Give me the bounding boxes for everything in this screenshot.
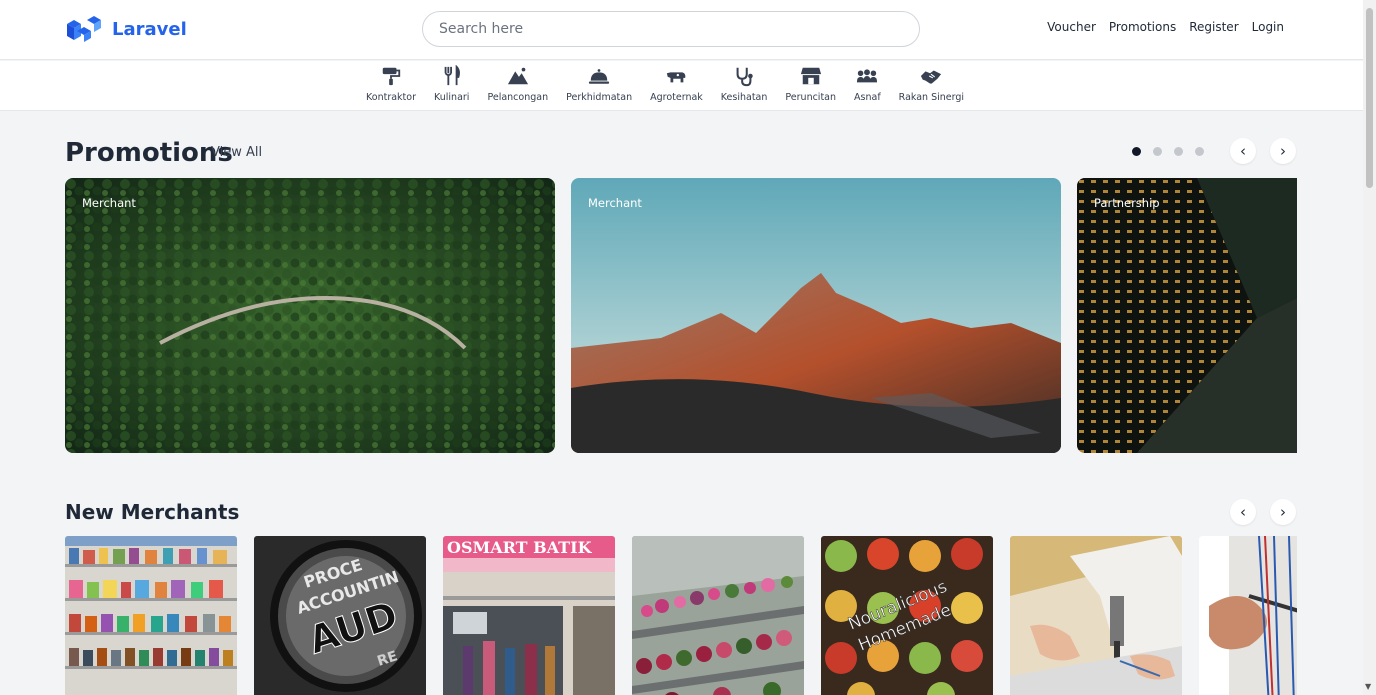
paint-roller-icon bbox=[382, 67, 401, 86]
grocery-shelves-image bbox=[65, 536, 237, 695]
merchant-card[interactable]: PROCE ACCOUNTIN AUD RE bbox=[254, 536, 426, 695]
shop-sign-text: OSMART BATIK bbox=[447, 538, 593, 557]
page-scrollbar[interactable]: ▼ bbox=[1363, 0, 1376, 695]
audit-magnifier-image: PROCE ACCOUNTIN AUD RE bbox=[254, 536, 426, 695]
merchants-carousel: PROCE ACCOUNTIN AUD RE OSMART BATIK Nour… bbox=[65, 536, 1297, 695]
promotions-next-button[interactable]: › bbox=[1270, 138, 1296, 164]
search-input[interactable] bbox=[422, 11, 920, 47]
brand-link[interactable]: Laravel bbox=[65, 14, 187, 44]
category-label: Kulinari bbox=[434, 92, 470, 103]
merchants-prev-button[interactable]: ‹ bbox=[1230, 499, 1256, 525]
utensils-icon bbox=[444, 65, 460, 86]
laravel-logo-icon bbox=[67, 16, 101, 42]
merchant-card[interactable]: OSMART BATIK bbox=[443, 536, 615, 695]
merchant-card[interactable] bbox=[65, 536, 237, 695]
chevron-left-icon: ‹ bbox=[1240, 503, 1246, 521]
brand-name: Laravel bbox=[112, 18, 187, 40]
nav-login-link[interactable]: Login bbox=[1252, 20, 1284, 34]
promotions-carousel: Merchant Merchant Partnership bbox=[65, 178, 1297, 453]
service-bell-icon bbox=[589, 69, 610, 84]
carousel-dot[interactable] bbox=[1174, 147, 1183, 156]
category-label: Kontraktor bbox=[366, 92, 416, 103]
mountain-sunset-image bbox=[571, 178, 1061, 453]
category-label: Pelancongan bbox=[487, 92, 549, 103]
category-perkhidmatan[interactable]: Perkhidmatan bbox=[557, 65, 641, 103]
stethoscope-icon bbox=[736, 67, 753, 87]
category-label: Perkhidmatan bbox=[566, 92, 633, 103]
top-navbar: Laravel Voucher Promotions Register Logi… bbox=[0, 0, 1363, 60]
category-label: Peruncitan bbox=[785, 92, 837, 103]
flower-nursery-image bbox=[632, 536, 804, 695]
category-kesihatan[interactable]: Kesihatan bbox=[712, 65, 777, 103]
promotion-tag: Partnership bbox=[1094, 196, 1160, 210]
homemade-cakes-image: Nouralicious Homemade bbox=[821, 536, 993, 695]
nav-register-link[interactable]: Register bbox=[1189, 20, 1238, 34]
scroll-down-icon[interactable]: ▼ bbox=[1365, 682, 1371, 691]
cow-icon bbox=[667, 72, 686, 83]
forest-road-image bbox=[65, 178, 555, 453]
promotion-card[interactable]: Merchant bbox=[571, 178, 1061, 453]
mountain-icon bbox=[507, 67, 528, 85]
nav-voucher-link[interactable]: Voucher bbox=[1047, 20, 1096, 34]
chevron-right-icon: › bbox=[1280, 503, 1286, 521]
promotions-title: Promotions bbox=[65, 138, 233, 168]
sewing-machine-image bbox=[1010, 536, 1182, 695]
carousel-dots bbox=[1132, 147, 1204, 156]
people-icon bbox=[857, 69, 878, 83]
merchant-card[interactable] bbox=[1010, 536, 1182, 695]
carousel-dot[interactable] bbox=[1195, 147, 1204, 156]
electrician-wiring-image bbox=[1199, 536, 1297, 695]
category-label: Rakan Sinergi bbox=[898, 92, 965, 103]
merchants-next-button[interactable]: › bbox=[1270, 499, 1296, 525]
top-nav-links: Voucher Promotions Register Login bbox=[1047, 20, 1284, 34]
batik-shop-image: OSMART BATIK bbox=[443, 536, 615, 695]
scrollbar-thumb[interactable] bbox=[1366, 8, 1373, 188]
category-rakan-sinergi[interactable]: Rakan Sinergi bbox=[890, 65, 973, 103]
promotion-card[interactable]: Partnership bbox=[1077, 178, 1297, 453]
category-kulinari[interactable]: Kulinari bbox=[425, 65, 478, 103]
category-asnaf[interactable]: Asnaf bbox=[845, 65, 890, 103]
promotion-tag: Merchant bbox=[588, 196, 642, 210]
merchant-card[interactable] bbox=[632, 536, 804, 695]
merchant-card[interactable] bbox=[1199, 536, 1297, 695]
category-bar: Kontraktor Kulinari Pelancongan Perkhidm… bbox=[0, 61, 1363, 111]
city-night-image bbox=[1077, 178, 1297, 453]
promotion-tag: Merchant bbox=[82, 196, 136, 210]
nav-promotions-link[interactable]: Promotions bbox=[1109, 20, 1176, 34]
view-all-link[interactable]: View All bbox=[211, 145, 262, 160]
category-label: Kesihatan bbox=[720, 92, 768, 103]
carousel-dot[interactable] bbox=[1132, 147, 1141, 156]
promotion-card[interactable]: Merchant bbox=[65, 178, 555, 453]
category-agroternak[interactable]: Agroternak bbox=[641, 65, 712, 103]
handshake-icon bbox=[921, 70, 942, 84]
carousel-dot[interactable] bbox=[1153, 147, 1162, 156]
chevron-right-icon: › bbox=[1280, 142, 1286, 160]
new-merchants-title: New Merchants bbox=[65, 500, 240, 524]
category-kontraktor[interactable]: Kontraktor bbox=[357, 65, 425, 103]
store-icon bbox=[800, 67, 821, 85]
category-peruncitan[interactable]: Peruncitan bbox=[776, 65, 845, 103]
promotions-prev-button[interactable]: ‹ bbox=[1230, 138, 1256, 164]
category-label: Agroternak bbox=[650, 92, 703, 103]
category-label: Asnaf bbox=[854, 92, 881, 103]
category-pelancongan[interactable]: Pelancongan bbox=[478, 65, 557, 103]
merchant-card[interactable]: Nouralicious Homemade bbox=[821, 536, 993, 695]
chevron-left-icon: ‹ bbox=[1240, 142, 1246, 160]
